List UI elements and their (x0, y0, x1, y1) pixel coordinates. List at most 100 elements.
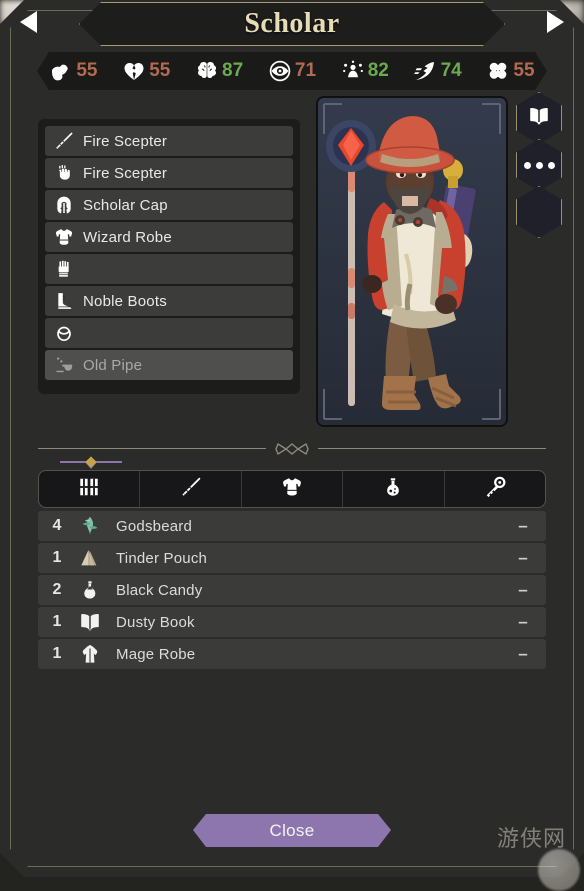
equipment-slot-ring[interactable] (45, 318, 293, 348)
herb-icon (76, 514, 104, 538)
equipment-item-name: Fire Scepter (83, 165, 167, 182)
inventory-list: 4 Godsbeard – 1 Tinder Pouch – 2 Black C… (38, 511, 546, 671)
equipment-panel: Fire Scepter Fire Scepter Scholar Cap Wi… (38, 119, 300, 394)
stat-agility[interactable]: 74 (414, 59, 462, 83)
tab-consumables[interactable] (343, 471, 444, 507)
tab-all[interactable] (39, 471, 140, 507)
fist-icon (53, 162, 75, 184)
muscle-icon (49, 59, 73, 83)
equipment-item-name: Fire Scepter (83, 133, 167, 150)
stat-value: 87 (222, 60, 243, 82)
ellipsis-icon (524, 162, 555, 169)
table-row[interactable]: 2 Black Candy – (38, 575, 546, 605)
character-artwork (318, 98, 506, 425)
stat-bar: 55 55 87 71 82 74 55 (37, 52, 547, 90)
inventory-tab-strip (38, 470, 546, 508)
page-title: Scholar (244, 8, 339, 40)
stat-value: 82 (368, 60, 389, 82)
item-name: Dusty Book (104, 614, 500, 631)
divider-ornament-icon (270, 441, 314, 457)
pouch-icon (76, 546, 104, 570)
equipment-slot-off-hand[interactable]: Fire Scepter (45, 158, 293, 188)
item-name: Godsbeard (104, 518, 500, 535)
equipment-slot-main-hand[interactable]: Fire Scepter (45, 126, 293, 156)
watermark-orb (538, 849, 580, 891)
stat-vitality[interactable]: 55 (122, 59, 170, 83)
table-row[interactable]: 1 Mage Robe – (38, 639, 546, 669)
helmet-icon (53, 194, 75, 216)
stat-strength[interactable]: 55 (49, 59, 97, 83)
tab-armor[interactable] (242, 471, 343, 507)
stat-value: 55 (513, 60, 534, 82)
stat-luck[interactable]: 55 (486, 59, 534, 83)
tab-key-items[interactable] (445, 471, 545, 507)
equipment-slot-body[interactable]: Wizard Robe (45, 222, 293, 252)
stat-intelligence[interactable]: 87 (195, 59, 243, 83)
stat-perception[interactable]: 71 (268, 59, 316, 83)
chest-icon (281, 476, 303, 503)
close-button[interactable]: Close (193, 814, 391, 847)
pipe-icon (53, 354, 75, 376)
chest-icon (53, 226, 75, 248)
more-options-button[interactable] (516, 139, 562, 191)
stat-value: 71 (295, 60, 316, 82)
stat-charisma[interactable]: 82 (341, 59, 389, 83)
item-quantity: 1 (38, 613, 76, 631)
potion-icon (382, 476, 404, 503)
active-tab-indicator (60, 457, 122, 467)
next-character-button[interactable] (547, 11, 564, 33)
item-action-button[interactable]: – (500, 516, 546, 536)
empty-hex-button[interactable] (516, 186, 562, 238)
table-row[interactable]: 1 Tinder Pouch – (38, 543, 546, 573)
robe-icon (76, 642, 104, 666)
item-quantity: 4 (38, 517, 76, 535)
item-name: Mage Robe (104, 646, 500, 663)
divider-line-left (38, 448, 266, 449)
prev-character-button[interactable] (20, 11, 37, 33)
table-row[interactable]: 4 Godsbeard – (38, 511, 546, 541)
clover-icon (486, 59, 510, 83)
section-divider (38, 441, 546, 457)
close-button-label: Close (270, 821, 315, 841)
equipment-item-name: Old Pipe (83, 357, 142, 374)
equipment-item-name: Noble Boots (83, 293, 167, 310)
table-row[interactable]: 1 Dusty Book – (38, 607, 546, 637)
sparkle-person-icon (341, 59, 365, 83)
journal-button[interactable] (516, 92, 562, 144)
ring-icon (53, 322, 75, 344)
item-action-button[interactable]: – (500, 580, 546, 600)
item-action-button[interactable]: – (500, 644, 546, 664)
equipment-slot-head[interactable]: Scholar Cap (45, 190, 293, 220)
dash-icon (414, 59, 438, 83)
item-action-button[interactable]: – (500, 612, 546, 632)
stat-value: 55 (76, 60, 97, 82)
stat-value: 55 (149, 60, 170, 82)
item-quantity: 2 (38, 581, 76, 599)
book-icon (76, 610, 104, 634)
stat-value: 74 (441, 60, 462, 82)
flask-icon (76, 578, 104, 602)
item-quantity: 1 (38, 645, 76, 663)
boot-icon (53, 290, 75, 312)
title-bar: Scholar (79, 2, 505, 46)
item-name: Black Candy (104, 582, 500, 599)
item-quantity: 1 (38, 549, 76, 567)
key-icon (484, 476, 506, 503)
eye-icon (268, 59, 292, 83)
item-action-button[interactable]: – (500, 548, 546, 568)
equipment-item-name: Scholar Cap (83, 197, 168, 214)
item-name: Tinder Pouch (104, 550, 500, 567)
tab-weapons[interactable] (140, 471, 241, 507)
brain-icon (195, 59, 219, 83)
book-icon (528, 105, 550, 132)
equipment-slot-trinket[interactable]: Old Pipe (45, 350, 293, 380)
side-button-column (516, 92, 562, 242)
sword-icon (180, 476, 202, 503)
character-portrait (316, 96, 508, 427)
equipment-item-name: Wizard Robe (83, 229, 172, 246)
equipment-slot-feet[interactable]: Noble Boots (45, 286, 293, 316)
glove-icon (53, 258, 75, 280)
divider-line-right (318, 448, 546, 449)
equipment-slot-hands[interactable] (45, 254, 293, 284)
crate-icon (78, 476, 100, 503)
